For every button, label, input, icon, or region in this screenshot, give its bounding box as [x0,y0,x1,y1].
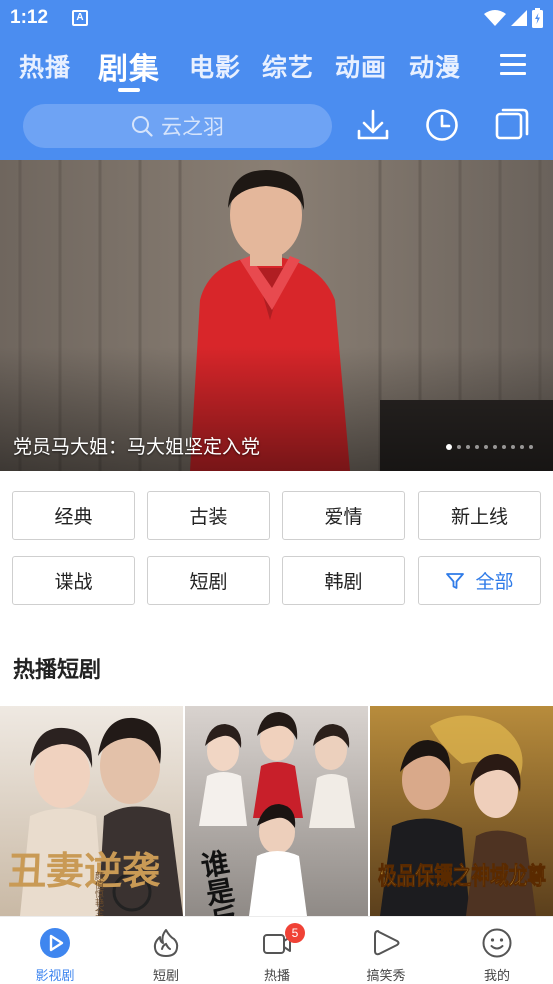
search-icon [132,116,153,137]
flame-icon [153,929,179,957]
pagination-dot[interactable] [502,445,506,449]
section-title: 热播短剧 [13,658,102,683]
nav-item-hot[interactable]: 5 热播 [237,917,317,984]
category-label: 新上线 [450,506,508,528]
nav-item-short-drama[interactable]: 短剧 [126,917,206,984]
pagination-dot[interactable] [446,444,452,450]
app-header: 1:12 A 热播 剧集 电影 综艺 动画 动漫 云之羽 [0,0,553,160]
tab-variety[interactable]: 综艺 [262,48,314,84]
history-clock-icon[interactable] [424,107,460,143]
pagination-dot[interactable] [520,445,524,449]
poster-image: 丑妻逆袭 颜值惊艳全场 [0,706,183,916]
category-korean[interactable]: 韩剧 [282,556,405,605]
poster-title: 极品保镖之神域龙尊 [378,861,546,890]
filter-icon [446,572,465,589]
channel-tabs: 热播 剧集 电影 综艺 动画 动漫 [0,44,553,92]
banner-pagination [446,444,533,450]
nav-item-mine[interactable]: 我的 [457,917,537,984]
banner-image [0,160,553,471]
tab-hot[interactable]: 热播 [19,48,71,84]
category-spy[interactable]: 谍战 [12,556,135,605]
nav-label: 热播 [263,969,290,984]
pagination-dot[interactable] [475,445,479,449]
battery-icon [532,8,543,28]
active-tab-indicator [118,88,140,92]
play-triangle-icon [374,930,400,956]
smile-icon [482,928,512,958]
category-label: 短剧 [189,571,228,593]
search-placeholder: 云之羽 [161,115,224,139]
nav-item-funny[interactable]: 搞笑秀 [346,917,426,984]
poster-card[interactable]: 极品保镖之神域龙尊 [370,706,553,916]
wifi-icon [484,10,506,26]
status-icons [484,8,543,28]
menu-icon[interactable] [500,54,526,76]
status-bar: 1:12 A [0,0,553,38]
pagination-dot[interactable] [457,445,461,449]
category-romance[interactable]: 爱情 [282,491,405,540]
nav-label: 搞笑秀 [366,969,406,984]
tab-movie[interactable]: 电影 [189,48,241,84]
status-time: 1:12 [10,7,49,28]
search-bar[interactable]: 云之羽 [23,104,332,148]
poster-subtitle: 颜值惊艳全场 [93,870,104,916]
nav-label: 短剧 [152,969,179,984]
nav-label: 我的 [483,969,510,984]
category-short-drama[interactable]: 短剧 [147,556,270,605]
pagination-dot[interactable] [511,445,515,449]
collection-icon[interactable] [494,107,530,143]
signal-icon [511,10,527,26]
category-label: 谍战 [54,571,93,593]
bottom-navigation: 影视剧 短剧 5 热播 搞笑秀 我的 [0,916,553,984]
tab-anime[interactable]: 动漫 [409,48,461,84]
category-label: 爱情 [324,506,363,528]
pagination-dot[interactable] [529,445,533,449]
banner-caption: 党员马大姐：马大姐坚定入党 [13,436,261,458]
poster-image: 谁是反派男主 [185,706,368,916]
category-label: 全部 [475,571,514,593]
poster-title: 丑妻逆袭 [8,848,161,893]
pagination-dot[interactable] [466,445,470,449]
poster-card[interactable]: 谁是反派男主 [185,706,368,916]
nav-item-film[interactable]: 影视剧 [15,917,95,984]
featured-banner[interactable]: 党员马大姐：马大姐坚定入党 [0,160,553,471]
pagination-dot[interactable] [493,445,497,449]
category-label: 经典 [54,506,93,528]
notification-a-icon: A [72,10,88,26]
tab-series[interactable]: 剧集 [98,44,160,88]
category-classic[interactable]: 经典 [12,491,135,540]
nav-label: 影视剧 [35,969,75,984]
app-screen: 1:12 A 热播 剧集 电影 综艺 动画 动漫 云之羽 党员马大姐：马大姐坚定… [0,0,553,984]
category-label: 韩剧 [324,571,363,593]
poster-image: 极品保镖之神域龙尊 [370,706,553,916]
download-icon[interactable] [355,107,391,143]
poster-card[interactable]: 丑妻逆袭 颜值惊艳全场 [0,706,183,916]
category-all-button[interactable]: 全部 [418,556,541,605]
tab-animation[interactable]: 动画 [335,48,387,84]
video-play-icon [40,928,70,958]
category-label: 古装 [189,506,228,528]
category-costume[interactable]: 古装 [147,491,270,540]
pagination-dot[interactable] [484,445,488,449]
category-new[interactable]: 新上线 [418,491,541,540]
notification-badge: 5 [285,923,305,943]
